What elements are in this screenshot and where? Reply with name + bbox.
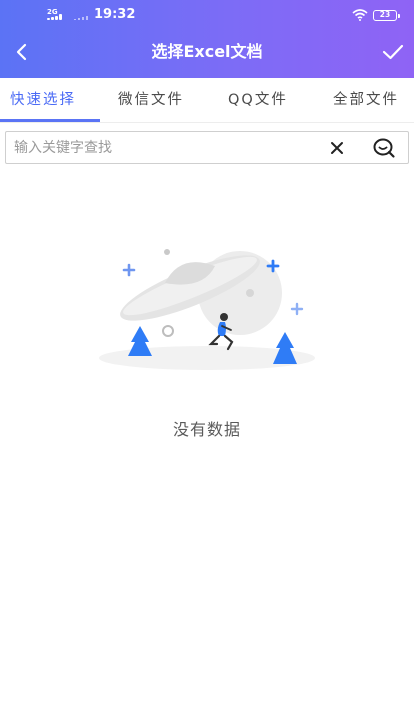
search-bar <box>5 131 409 164</box>
search-icon <box>373 138 395 158</box>
battery-icon: 23 <box>373 10 400 21</box>
checkmark-icon <box>382 44 404 60</box>
ufo-empty-illustration <box>99 249 315 370</box>
confirm-button[interactable] <box>378 38 408 66</box>
tab-all-files[interactable]: 全部文件 <box>333 78 399 122</box>
status-bar: 2G 19:32 23 <box>0 0 414 30</box>
tab-wechat-files[interactable]: 微信文件 <box>118 78 184 122</box>
clear-button[interactable] <box>326 137 348 159</box>
search-input[interactable] <box>14 136 314 159</box>
app-header: 2G 19:32 23 选择Excel文档 <box>0 0 414 78</box>
wifi-icon <box>352 9 368 21</box>
status-time: 19:32 <box>94 7 136 22</box>
divider <box>0 122 414 123</box>
page-title: 选择Excel文档 <box>151 42 263 61</box>
tab-quick-select[interactable]: 快速选择 <box>10 78 76 122</box>
tab-bar: 快速选择 微信文件 QQ文件 全部文件 <box>0 78 414 122</box>
signal-icon <box>47 14 67 20</box>
close-icon <box>331 142 343 154</box>
signal-secondary-icon <box>74 15 90 20</box>
search-button[interactable] <box>370 135 398 161</box>
empty-state-message: 没有数据 <box>172 420 241 439</box>
tab-qq-files[interactable]: QQ文件 <box>228 78 288 122</box>
